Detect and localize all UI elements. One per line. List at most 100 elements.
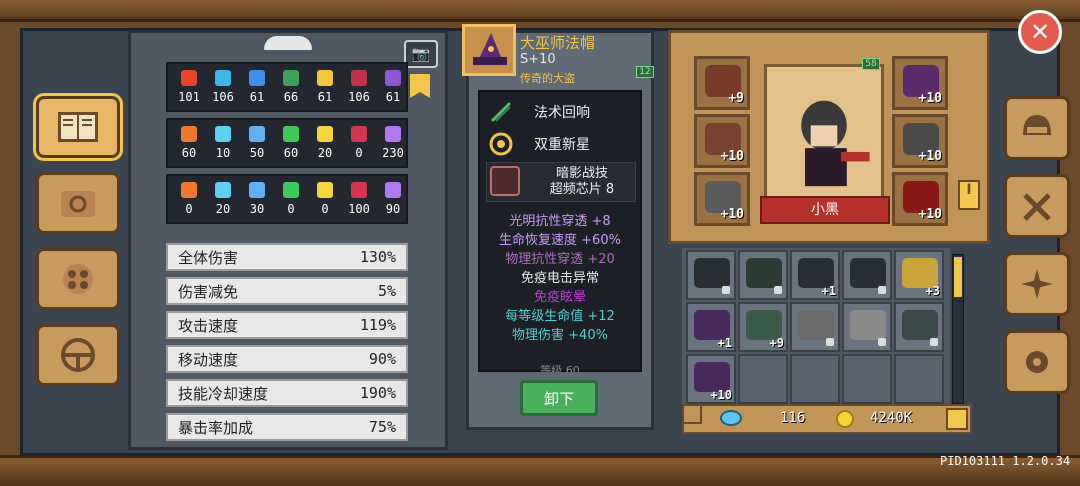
- stat-value: 0: [355, 146, 363, 160]
- unequip-button[interactable]: 卸下: [520, 380, 598, 416]
- tab-settings[interactable]: [1004, 330, 1070, 394]
- close-button[interactable]: ✕: [1018, 10, 1062, 54]
- weapon-slot[interactable]: +10: [892, 172, 948, 226]
- stat-cell: 60: [172, 124, 206, 166]
- stat-row: 移动速度 90%: [166, 345, 408, 373]
- inv-gun-4[interactable]: [842, 250, 892, 300]
- inv-boots-2[interactable]: [842, 302, 892, 352]
- steering-wheel-icon: [61, 338, 95, 372]
- inv-coins[interactable]: +3: [894, 250, 944, 300]
- belt-slot[interactable]: +10: [694, 114, 750, 168]
- upgrade-level: +10: [720, 149, 744, 164]
- stat-value: 10: [215, 146, 231, 160]
- inv-hat[interactable]: +1: [686, 302, 736, 352]
- item-level-badge: 12: [636, 66, 654, 78]
- stat-row-value: 130%: [359, 248, 396, 266]
- inv-hat-2[interactable]: +10: [686, 354, 736, 404]
- helmet-icon: [1023, 115, 1051, 135]
- inventory-empty-slot[interactable]: [894, 354, 944, 404]
- stat-cell: 100: [342, 180, 376, 222]
- inv-boots-1[interactable]: [790, 302, 840, 352]
- dark-resist-icon: [351, 70, 367, 86]
- arcane-resist-icon: [385, 70, 401, 86]
- stat-value: 106: [348, 90, 370, 104]
- side-tab[interactable]: I: [958, 180, 980, 210]
- upgrade-level: +1: [717, 336, 732, 350]
- currency-left-icon[interactable]: [682, 404, 702, 424]
- upgrade-level: +10: [918, 207, 942, 222]
- version-text: PID103111 1.2.0.34: [940, 454, 1071, 468]
- upgrade-level: +9: [728, 91, 744, 106]
- double-nova-icon: [489, 132, 513, 156]
- item-name: 大巫师法帽: [520, 34, 596, 52]
- item-attribute: 免疫电击异常: [520, 271, 599, 286]
- tab-scroll[interactable]: [36, 172, 120, 234]
- stat-grid-2: 0 20 30 0 0 100 90: [166, 174, 408, 224]
- ice-icon: [215, 126, 231, 142]
- hat-slot[interactable]: +10: [892, 56, 948, 110]
- stat-value: 61: [249, 90, 265, 104]
- stat-row: 暴击率加成 75%: [166, 413, 408, 441]
- skill-double-nova: 双重新星: [488, 130, 638, 158]
- stat-value: 60: [283, 146, 299, 160]
- inventory-scrollbar[interactable]: [952, 254, 964, 404]
- tab-helmet[interactable]: [1004, 96, 1070, 160]
- stat-row: 伤害减免 5%: [166, 277, 408, 305]
- lock-icon: [774, 286, 782, 294]
- spell-echo-icon: [490, 101, 512, 123]
- stat-row: 技能冷却速度 190%: [166, 379, 408, 407]
- stat-row-value: 90%: [368, 350, 396, 368]
- stat-value: 100: [348, 202, 370, 216]
- stat-cell: 20: [206, 180, 240, 222]
- tab-swords[interactable]: [1004, 174, 1070, 238]
- amulet-slot[interactable]: +9: [694, 56, 750, 110]
- boots-slot[interactable]: +10: [694, 172, 750, 226]
- stat-value: 20: [215, 202, 231, 216]
- stat-value: 61: [385, 90, 401, 104]
- stat-cell: 50: [240, 124, 274, 166]
- scroll-icon: [61, 191, 95, 217]
- stat-row-label: 移动速度: [178, 350, 239, 369]
- chip-line-2: 超频芯片 8: [549, 182, 615, 197]
- inv-gun-1[interactable]: [686, 250, 736, 300]
- grid-menu-button[interactable]: [946, 408, 968, 430]
- stat-cell: 90: [376, 180, 410, 222]
- item-wizard-hat-icon: [462, 24, 516, 76]
- stat-row-label: 技能冷却速度: [178, 384, 269, 403]
- stat-cell: 106: [206, 68, 240, 110]
- inv-amulet[interactable]: +9: [738, 302, 788, 352]
- lightning-pen-icon: [249, 182, 265, 198]
- stat-cell: 66: [274, 68, 308, 110]
- armor-slot[interactable]: +10: [892, 114, 948, 168]
- inv-gun-2[interactable]: [738, 250, 788, 300]
- tab-book[interactable]: [33, 93, 123, 161]
- inventory-empty-slot[interactable]: [790, 354, 840, 404]
- lightning-resist-icon: [249, 70, 265, 86]
- item-attribute: 免疫眩晕: [533, 290, 586, 305]
- stat-value: 60: [181, 146, 197, 160]
- stat-value: 106: [212, 90, 234, 104]
- inventory-empty-slot[interactable]: [842, 354, 892, 404]
- stat-cell: 60: [274, 124, 308, 166]
- tab-seeds[interactable]: [36, 248, 120, 310]
- crossed-swords-icon: [1023, 193, 1051, 221]
- tab-compass[interactable]: [1004, 252, 1070, 316]
- stat-row: 全体伤害 130%: [166, 243, 408, 271]
- stat-cell: 61: [308, 68, 342, 110]
- scrollbar-thumb[interactable]: [954, 257, 962, 297]
- inventory-empty-slot[interactable]: [738, 354, 788, 404]
- stat-cell: 61: [376, 68, 410, 110]
- inv-ring[interactable]: [894, 302, 944, 352]
- tab-wheel[interactable]: [36, 324, 120, 386]
- stat-cell: 30: [240, 180, 274, 222]
- coin-icon: [836, 410, 854, 428]
- stat-cell: 106: [342, 68, 376, 110]
- stat-cell: 61: [240, 68, 274, 110]
- camera-button[interactable]: 📷: [404, 40, 438, 68]
- stat-value: 50: [249, 146, 265, 160]
- inv-gun-3[interactable]: +1: [790, 250, 840, 300]
- stat-value: 0: [185, 202, 193, 216]
- stat-cell: 20: [308, 124, 342, 166]
- upgrade-level: +3: [925, 284, 940, 298]
- chip-icon: [490, 166, 520, 196]
